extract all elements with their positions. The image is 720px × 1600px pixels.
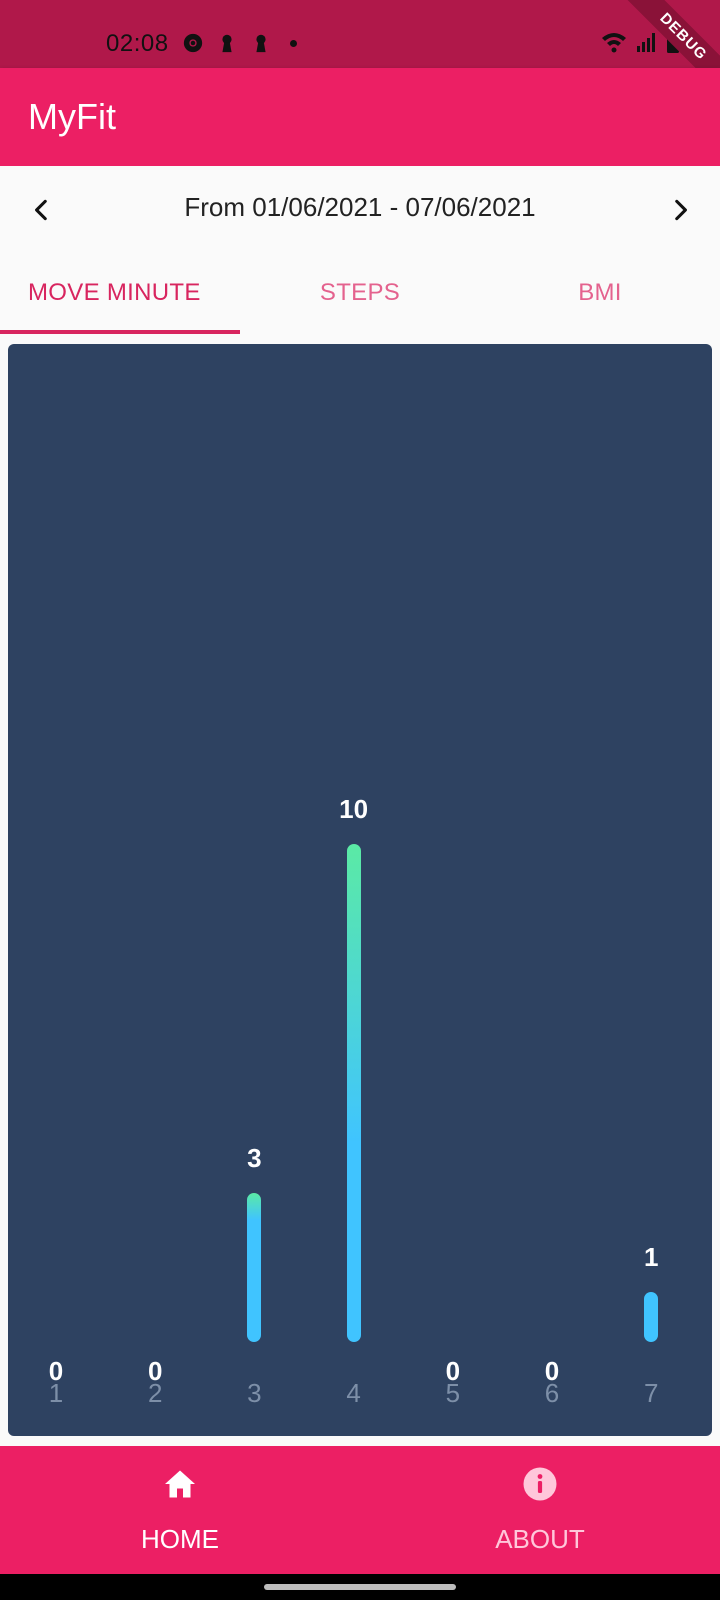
nav-about[interactable]: ABOUT (360, 1446, 720, 1574)
next-week-button[interactable] (660, 190, 700, 230)
x-axis-label: 3 (247, 1378, 262, 1408)
x-axis-label: 6 (544, 1378, 560, 1408)
chart-bar (346, 844, 361, 1342)
bar-value-label: 10 (339, 794, 369, 824)
x-axis-label: 7 (643, 1378, 659, 1408)
tab-label: BMI (578, 279, 622, 306)
nav-home[interactable]: HOME (0, 1446, 360, 1574)
bar-value-label: 3 (247, 1142, 262, 1173)
status-bar: 02:08 DEBUG (0, 0, 720, 100)
gesture-handle[interactable] (264, 1584, 456, 1590)
gesture-area (0, 1574, 720, 1600)
wifi-icon (602, 33, 626, 53)
keyhole-icon (256, 34, 266, 53)
tab-label-fade (200, 250, 240, 336)
chevron-right-icon (675, 199, 687, 221)
status-time: 02:08 (106, 30, 169, 57)
date-range-label: From 01/06/2021 - 07/06/2021 (184, 192, 536, 222)
move-minutes-chart: 0 1 0 2 3 3 10 4 0 5 0 6 1 7 (8, 344, 712, 1436)
x-axis-label: 5 (445, 1378, 461, 1408)
bottom-navigation: HOME ABOUT (0, 1446, 720, 1574)
bar-value-label: 1 (643, 1242, 659, 1273)
tab-bmi[interactable]: BMI (480, 250, 720, 336)
date-range-nav: From 01/06/2021 - 07/06/2021 (0, 166, 720, 250)
chart-bar (644, 1292, 659, 1342)
notification-icons (182, 32, 297, 54)
signal-icon (637, 33, 655, 52)
tab-bar: MOVE MINUTE STEPS BMI (0, 250, 720, 336)
x-axis-label: 4 (346, 1378, 361, 1408)
tab-label: STEPS (319, 279, 401, 306)
chrome-icon (183, 33, 203, 53)
tab-steps[interactable]: STEPS (240, 250, 480, 336)
more-notifications-dot (290, 39, 297, 47)
x-axis-label: 1 (48, 1378, 64, 1408)
app-title: MyFit (28, 96, 116, 137)
nav-home-label: HOME (141, 1524, 219, 1554)
info-icon (523, 1467, 557, 1501)
chart-bar (247, 1192, 262, 1342)
tab-move-minute[interactable]: MOVE MINUTE (0, 250, 240, 336)
x-axis-label: 2 (147, 1378, 163, 1408)
app-bar: MyFit (0, 68, 720, 166)
tab-indicator (0, 330, 240, 334)
tab-label: MOVE MINUTE (28, 279, 201, 306)
nav-about-label: ABOUT (495, 1524, 585, 1554)
keyhole-icon (222, 34, 232, 53)
main-content: From 01/06/2021 - 07/06/2021 MOVE MINUTE… (0, 166, 720, 1446)
home-icon (165, 1470, 195, 1498)
